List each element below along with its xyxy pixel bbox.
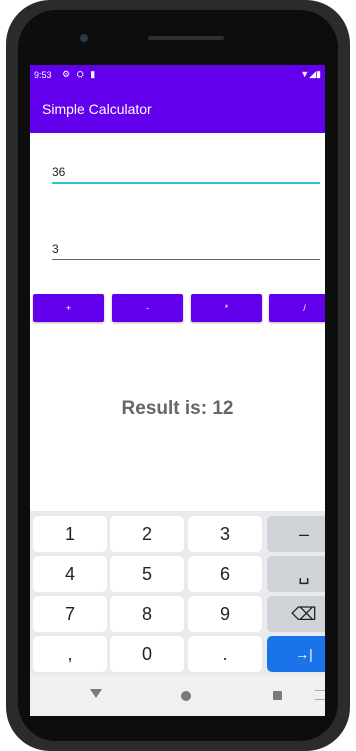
divide-button[interactable]: / bbox=[269, 294, 325, 322]
second-number-value: 3 bbox=[52, 242, 59, 256]
phone-screen: 9:53 ⚙ ⛭ ▮ ▼◢▮ Simple Calculator 36 3 + … bbox=[30, 65, 325, 716]
key-4[interactable]: 4 bbox=[33, 556, 107, 592]
status-time: 9:53 bbox=[34, 70, 52, 80]
app-bar: Simple Calculator bbox=[30, 86, 325, 133]
key-minus[interactable]: – bbox=[267, 516, 325, 552]
signal-battery-icons: ▼◢▮ bbox=[300, 69, 321, 79]
notification-icons: ⚙ ⛭ ▮ bbox=[62, 69, 98, 79]
camera-icon bbox=[80, 34, 88, 42]
second-number-field[interactable]: 3 bbox=[52, 239, 320, 260]
key-9[interactable]: 9 bbox=[188, 596, 262, 632]
key-backspace[interactable]: ⌫ bbox=[267, 596, 325, 632]
key-3[interactable]: 3 bbox=[188, 516, 262, 552]
key-5[interactable]: 5 bbox=[110, 556, 184, 592]
recents-icon[interactable] bbox=[273, 691, 282, 700]
key-8[interactable]: 8 bbox=[110, 596, 184, 632]
first-number-value: 36 bbox=[52, 165, 66, 179]
subtract-button[interactable]: - bbox=[112, 294, 183, 322]
key-0[interactable]: 0 bbox=[110, 636, 184, 672]
key-space[interactable]: ␣ bbox=[267, 556, 325, 592]
add-button[interactable]: + bbox=[33, 294, 104, 322]
app-title: Simple Calculator bbox=[42, 101, 152, 117]
key-6[interactable]: 6 bbox=[188, 556, 262, 592]
result-text: Result is: 12 bbox=[121, 398, 234, 419]
key-7[interactable]: 7 bbox=[33, 596, 107, 632]
first-number-field[interactable]: 36 bbox=[52, 162, 320, 184]
key-comma[interactable]: , bbox=[33, 636, 107, 672]
key-1[interactable]: 1 bbox=[33, 516, 107, 552]
back-icon[interactable] bbox=[90, 689, 102, 698]
numeric-keyboard: 1 2 3 – 4 5 6 ␣ 7 8 9 ⌫ , 0 . →| bbox=[30, 511, 325, 676]
home-icon[interactable] bbox=[181, 691, 191, 701]
key-period[interactable]: . bbox=[188, 636, 262, 672]
navigation-bar bbox=[30, 676, 325, 716]
key-2[interactable]: 2 bbox=[110, 516, 184, 552]
key-next[interactable]: →| bbox=[267, 636, 325, 672]
status-bar: 9:53 ⚙ ⛭ ▮ ▼◢▮ bbox=[30, 65, 325, 86]
multiply-button[interactable]: * bbox=[191, 294, 262, 322]
keyboard-switch-icon[interactable] bbox=[315, 690, 325, 700]
speaker-grille bbox=[148, 36, 224, 40]
